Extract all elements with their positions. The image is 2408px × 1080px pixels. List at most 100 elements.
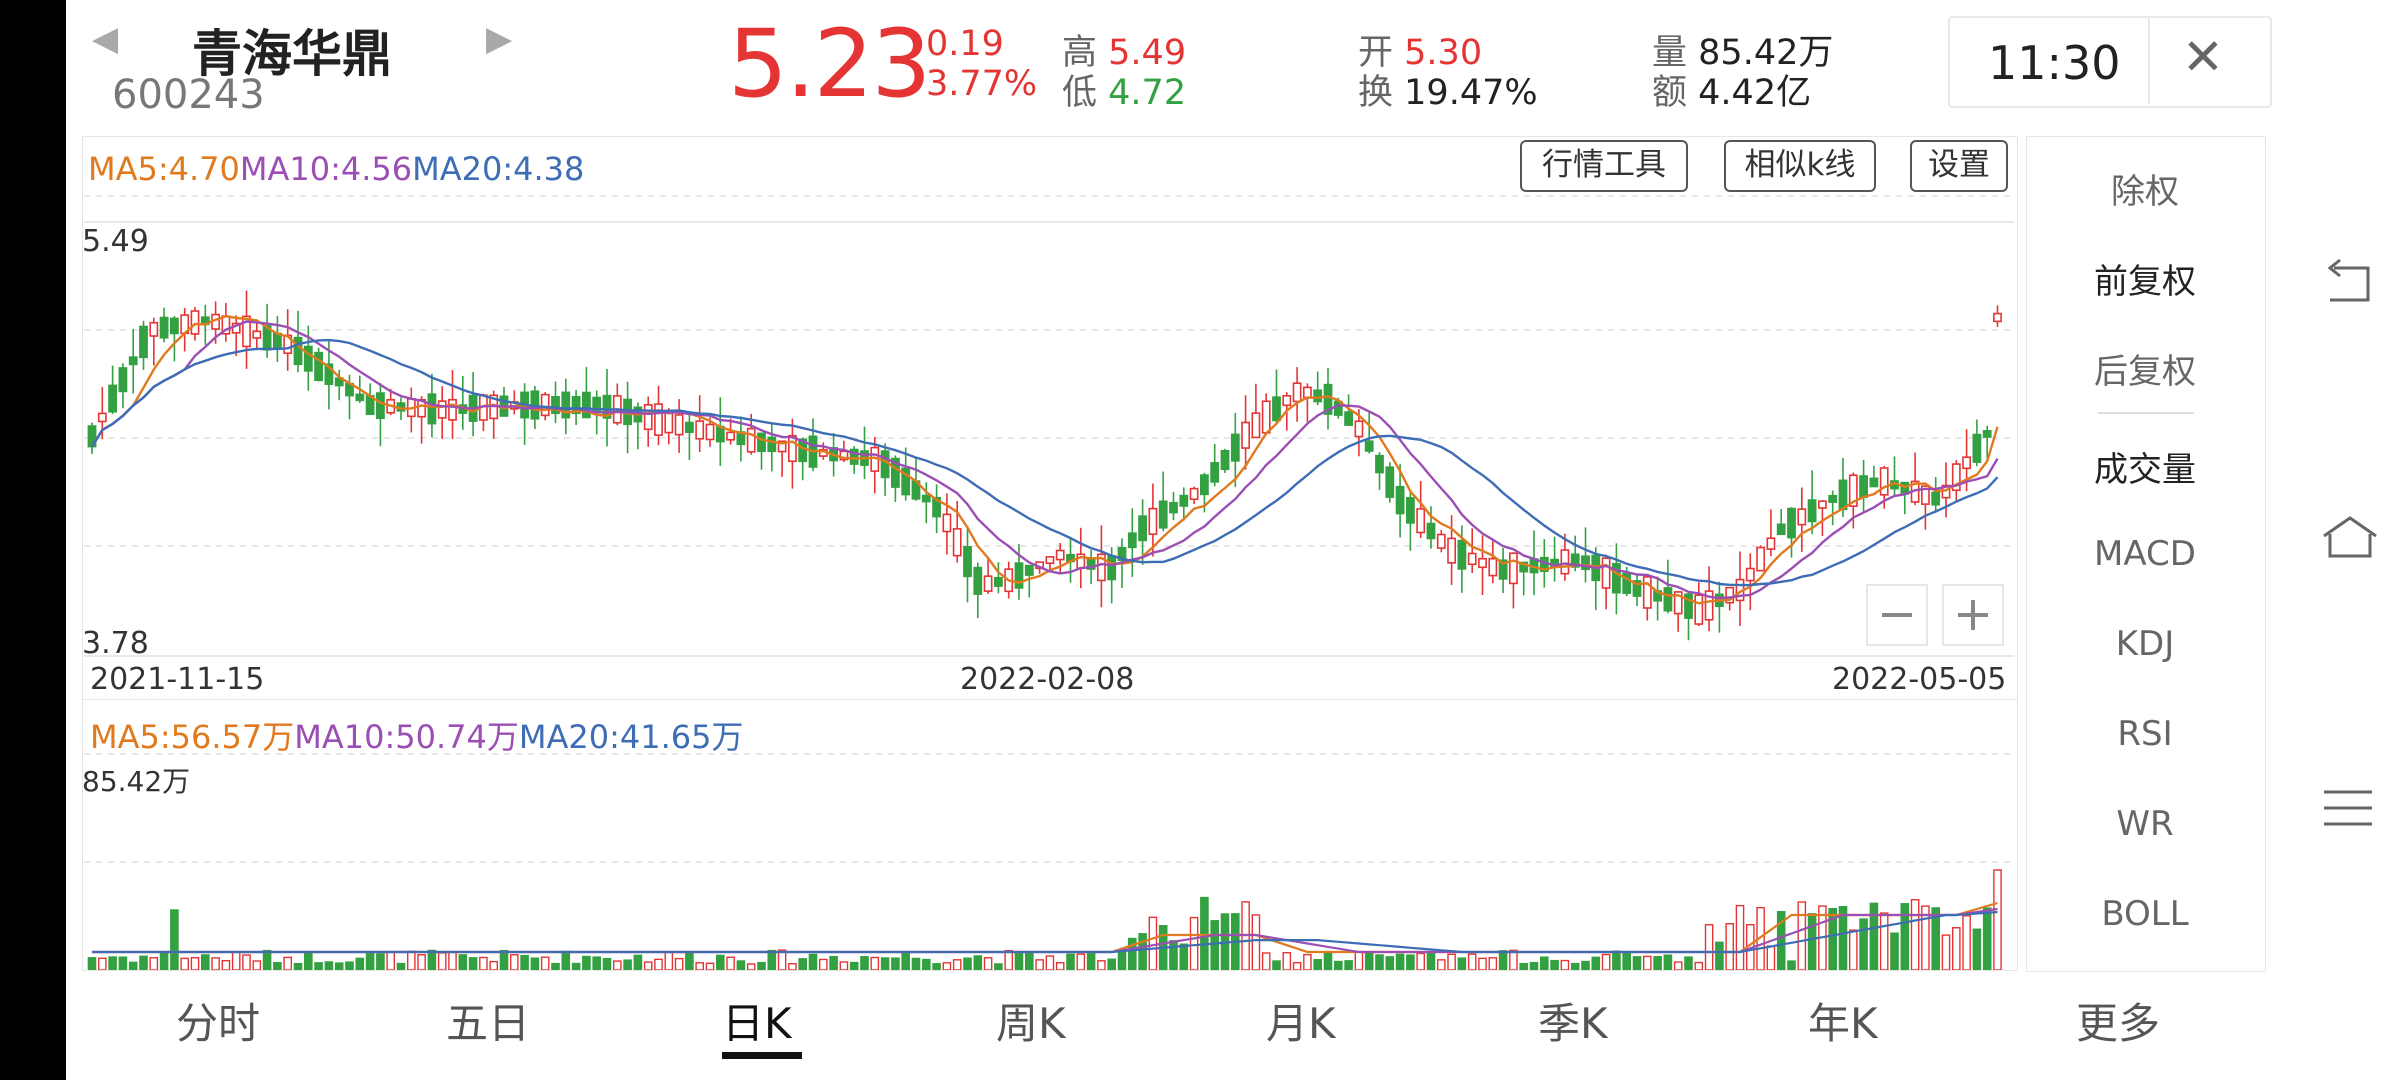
candle-body — [654, 403, 663, 436]
menu-backward-adjusted[interactable]: 后复权 — [2026, 344, 2264, 393]
vol-ma10-legend: MA10:50.74万 — [294, 718, 519, 756]
candle-body — [1251, 412, 1261, 439]
candle-body — [437, 400, 447, 419]
tab-daily-k[interactable]: 日K — [722, 990, 792, 1051]
candle-body — [1982, 429, 1992, 438]
candle-body — [664, 411, 674, 434]
candle-body — [757, 432, 766, 453]
vol-ma-legend: MA5:56.57万MA10:50.74万MA20:41.65万 — [90, 712, 744, 758]
ma5-line — [90, 314, 1999, 605]
candle-body — [581, 391, 591, 419]
zoom-out-button[interactable] — [1866, 584, 1928, 646]
ma20-line — [90, 338, 1999, 587]
active-tab-underline — [722, 1052, 802, 1059]
candle-body — [1663, 587, 1673, 612]
candle-body — [1055, 549, 1065, 561]
candle-body — [1457, 539, 1467, 570]
candle-body — [1354, 420, 1364, 438]
candle-body — [1220, 449, 1230, 471]
candle-body — [643, 404, 653, 431]
candle-body — [1024, 564, 1034, 576]
candle-body — [1179, 494, 1189, 507]
candle-body — [1509, 552, 1518, 585]
tab-quarterly-k[interactable]: 季K — [1538, 990, 1608, 1051]
menu-boll[interactable]: BOLL — [2026, 894, 2264, 934]
candle-body — [1756, 546, 1765, 572]
menu-ex-rights[interactable]: 除权 — [2026, 164, 2264, 213]
candle-body — [1859, 475, 1868, 498]
candle-body — [1776, 523, 1786, 536]
candle-body — [1426, 522, 1436, 540]
candle-body — [1395, 485, 1405, 515]
tab-weekly-k[interactable]: 周K — [996, 990, 1066, 1051]
candle-body — [561, 391, 571, 419]
candle-body — [1014, 562, 1024, 589]
candle-body — [674, 414, 684, 436]
candle-body — [1838, 479, 1848, 511]
candle-body — [921, 494, 931, 503]
menu-kdj[interactable]: KDJ — [2026, 624, 2264, 664]
candle-body — [1272, 396, 1281, 422]
candle-body — [128, 356, 138, 366]
candle-body — [963, 545, 972, 578]
tab-yearly-k[interactable]: 年K — [1808, 990, 1878, 1051]
candle-body — [303, 345, 313, 372]
candle-body — [1282, 395, 1292, 407]
menu-icon[interactable] — [2320, 786, 2376, 830]
candle-body — [1416, 508, 1426, 534]
candle-body — [139, 325, 148, 359]
candle-body — [1158, 500, 1168, 529]
plus-icon — [1958, 600, 1988, 630]
candle-body — [97, 412, 107, 423]
candle-body — [787, 434, 797, 463]
candle-body — [1869, 477, 1879, 488]
menu-rsi[interactable]: RSI — [2026, 714, 2264, 754]
candle-body — [1107, 555, 1117, 581]
candle-body — [1931, 491, 1941, 506]
candle-body — [1993, 312, 2002, 323]
candle-body — [1807, 499, 1817, 523]
candle-body — [952, 528, 962, 557]
menu-macd[interactable]: MACD — [2026, 534, 2264, 574]
back-icon[interactable] — [2320, 258, 2380, 308]
candle-body — [448, 398, 457, 421]
tab-intraday[interactable]: 分时 — [176, 990, 260, 1051]
candle-body — [1045, 556, 1055, 565]
candle-body — [1385, 466, 1395, 498]
minus-icon — [1882, 613, 1912, 617]
candle-body — [118, 367, 128, 393]
candle-body — [1828, 494, 1838, 503]
tab-more[interactable]: 更多 — [2076, 990, 2160, 1051]
candle-body — [1241, 421, 1250, 449]
menu-volume[interactable]: 成交量 — [2026, 442, 2264, 491]
zoom-in-button[interactable] — [1942, 584, 2004, 646]
candle-body — [1127, 532, 1137, 549]
candle-body — [1972, 433, 1982, 463]
candle-body — [314, 351, 323, 382]
candle-body — [942, 513, 952, 533]
candle-body — [159, 316, 169, 339]
candle-body — [1436, 533, 1446, 549]
tab-five-day[interactable]: 五日 — [446, 990, 530, 1051]
candle-body — [1797, 508, 1807, 526]
candle-body — [1694, 594, 1704, 625]
date-label-start: 2021-11-15 — [90, 662, 265, 697]
candle-body — [1560, 549, 1570, 575]
candle-body — [1488, 557, 1498, 577]
candle-body — [1766, 537, 1776, 550]
candle-body — [1467, 552, 1477, 566]
candle-body — [1313, 389, 1323, 403]
candle-body — [1879, 467, 1889, 496]
menu-forward-adjusted[interactable]: 前复权 — [2026, 254, 2264, 303]
menu-wr[interactable]: WR — [2026, 804, 2264, 844]
candle-body — [108, 384, 117, 413]
home-icon[interactable] — [2320, 512, 2380, 564]
tab-monthly-k[interactable]: 月K — [1266, 990, 1336, 1051]
candle-body — [1601, 557, 1611, 589]
candle-body — [746, 427, 756, 453]
candle-body — [1210, 462, 1220, 483]
candle-body — [375, 392, 385, 420]
candle-body — [1169, 501, 1178, 514]
candle-body — [1787, 507, 1796, 539]
date-label-mid: 2022-02-08 — [960, 662, 1135, 697]
